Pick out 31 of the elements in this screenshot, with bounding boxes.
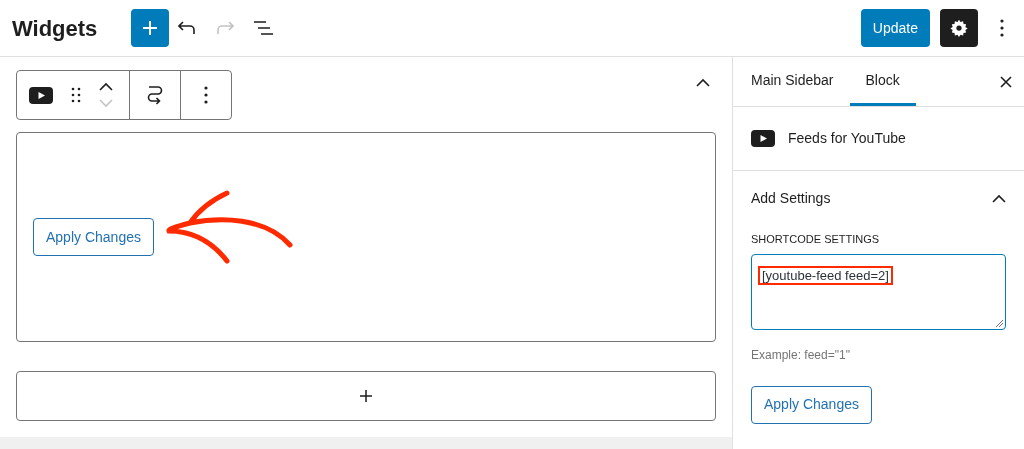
more-options-icon[interactable] bbox=[1000, 19, 1004, 37]
collapse-icon[interactable] bbox=[696, 78, 710, 87]
resize-handle-icon bbox=[995, 318, 1003, 327]
apply-changes-button[interactable]: Apply Changes bbox=[751, 385, 872, 424]
sidebar-tab[interactable]: Main Sidebar bbox=[735, 57, 850, 106]
video-play-icon bbox=[751, 130, 775, 147]
move-up-icon[interactable] bbox=[99, 82, 113, 91]
list-view-icon[interactable] bbox=[253, 21, 274, 35]
video-play-icon bbox=[29, 86, 53, 104]
sidebar-tab[interactable]: Block bbox=[849, 57, 916, 106]
field-label: SHORTCODE SETTINGS bbox=[751, 232, 881, 247]
page-title: Widgets bbox=[12, 14, 98, 43]
panel-title[interactable]: Add Settings bbox=[751, 188, 831, 209]
settings-button[interactable] bbox=[940, 9, 978, 47]
shortcode-textarea[interactable]: [youtube-feed feed=2] bbox=[751, 253, 1006, 330]
transform-icon[interactable] bbox=[147, 85, 163, 105]
block-name: Feeds for YouTube bbox=[788, 129, 906, 148]
plus-icon bbox=[142, 20, 159, 36]
gear-icon bbox=[950, 19, 968, 37]
chevron-up-icon[interactable] bbox=[992, 194, 1006, 203]
apply-changes-button[interactable]: Apply Changes bbox=[33, 218, 154, 256]
update-button[interactable]: Update bbox=[860, 9, 930, 47]
close-icon[interactable] bbox=[1000, 75, 1012, 88]
undo-icon[interactable] bbox=[178, 21, 197, 35]
help-text: Example: feed="1" bbox=[751, 346, 851, 364]
add-block-area[interactable] bbox=[16, 371, 716, 421]
add-block-button[interactable] bbox=[131, 9, 170, 47]
drag-handle-icon[interactable] bbox=[71, 87, 81, 103]
plus-icon bbox=[359, 389, 373, 403]
field-value: [youtube-feed feed=2] bbox=[760, 267, 891, 283]
block-options-icon[interactable] bbox=[204, 86, 208, 104]
